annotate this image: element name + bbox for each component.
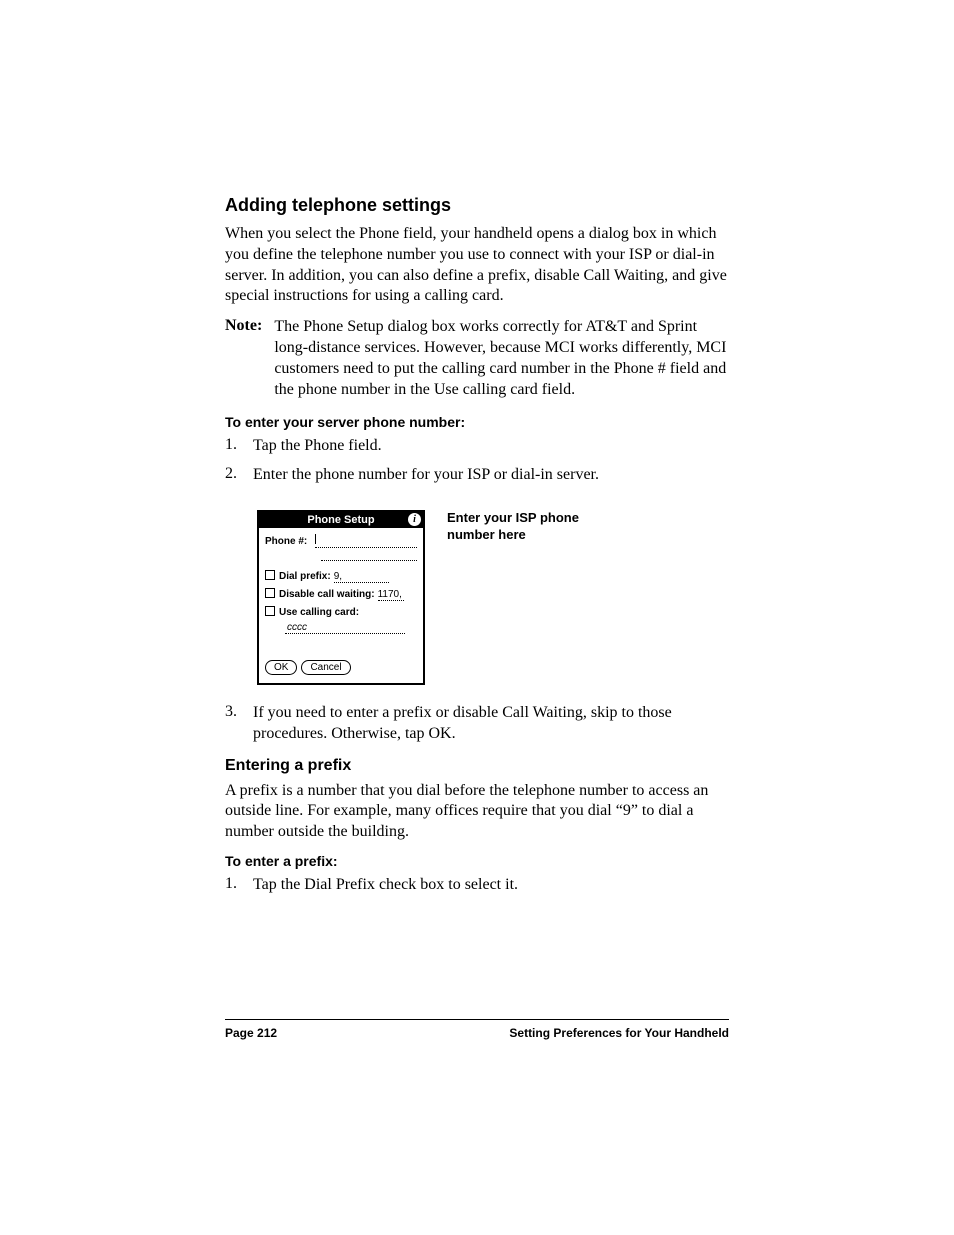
step-text: Tap the Dial Prefix check box to select …	[253, 875, 518, 896]
step-item: 1. Tap the Dial Prefix check box to sele…	[225, 875, 729, 896]
phone-number-row: Phone #:	[265, 534, 417, 548]
page-footer: Page 212 Setting Preferences for Your Ha…	[225, 1019, 729, 1040]
step-text: Tap the Phone field.	[253, 436, 382, 457]
step-item: 3. If you need to enter a prefix or disa…	[225, 703, 729, 745]
note-text: The Phone Setup dialog box works correct…	[274, 317, 729, 400]
calling-card-input[interactable]: cccc	[285, 622, 405, 634]
use-calling-card-label: Use calling card:	[279, 607, 359, 618]
prefix-paragraph: A prefix is a number that you dial befor…	[225, 781, 729, 843]
step-number: 3.	[225, 703, 253, 745]
procedure-heading-1: To enter your server phone number:	[225, 414, 729, 430]
page-number: Page 212	[225, 1026, 277, 1040]
step-number: 1.	[225, 436, 253, 457]
dial-prefix-label: Dial prefix:	[279, 571, 331, 582]
info-icon[interactable]: i	[408, 513, 421, 526]
disable-call-waiting-checkbox[interactable]	[265, 588, 275, 598]
disable-call-waiting-row: Disable call waiting: 1170,	[265, 587, 417, 601]
intro-paragraph: When you select the Phone field, your ha…	[225, 224, 729, 307]
disable-call-waiting-label: Disable call waiting:	[279, 589, 375, 600]
step-text: Enter the phone number for your ISP or d…	[253, 465, 599, 486]
phone-setup-dialog: Phone Setup i Phone #: Dial prefix: 9,	[257, 510, 425, 685]
ok-button[interactable]: OK	[265, 660, 297, 675]
step-item: 1. Tap the Phone field.	[225, 436, 729, 457]
phone-number-input-line2[interactable]	[321, 551, 417, 561]
section-heading-2: Entering a prefix	[225, 757, 729, 775]
note-label: Note:	[225, 317, 274, 400]
use-calling-card-checkbox[interactable]	[265, 606, 275, 616]
step-text: If you need to enter a prefix or disable…	[253, 703, 729, 745]
dialog-illustration: Phone Setup i Phone #: Dial prefix: 9,	[257, 510, 729, 685]
use-calling-card-row: Use calling card:	[265, 605, 417, 618]
step-number: 2.	[225, 465, 253, 486]
cancel-button[interactable]: Cancel	[301, 660, 350, 675]
chapter-title: Setting Preferences for Your Handheld	[509, 1026, 729, 1040]
disable-call-waiting-value[interactable]: 1170,	[378, 589, 404, 601]
step-number: 1.	[225, 875, 253, 896]
section-heading: Adding telephone settings	[225, 195, 729, 216]
phone-number-input[interactable]	[315, 534, 417, 548]
step-item: 2. Enter the phone number for your ISP o…	[225, 465, 729, 486]
dialog-title: Phone Setup	[307, 514, 374, 526]
dialog-titlebar: Phone Setup i	[259, 512, 423, 528]
callout-text: Enter your ISP phone number here	[447, 510, 597, 544]
dial-prefix-row: Dial prefix: 9,	[265, 569, 417, 583]
note-block: Note: The Phone Setup dialog box works c…	[225, 317, 729, 400]
phone-number-label: Phone #:	[265, 536, 307, 547]
dial-prefix-checkbox[interactable]	[265, 570, 275, 580]
procedure-heading-2: To enter a prefix:	[225, 853, 729, 869]
dial-prefix-value[interactable]: 9,	[334, 571, 389, 583]
